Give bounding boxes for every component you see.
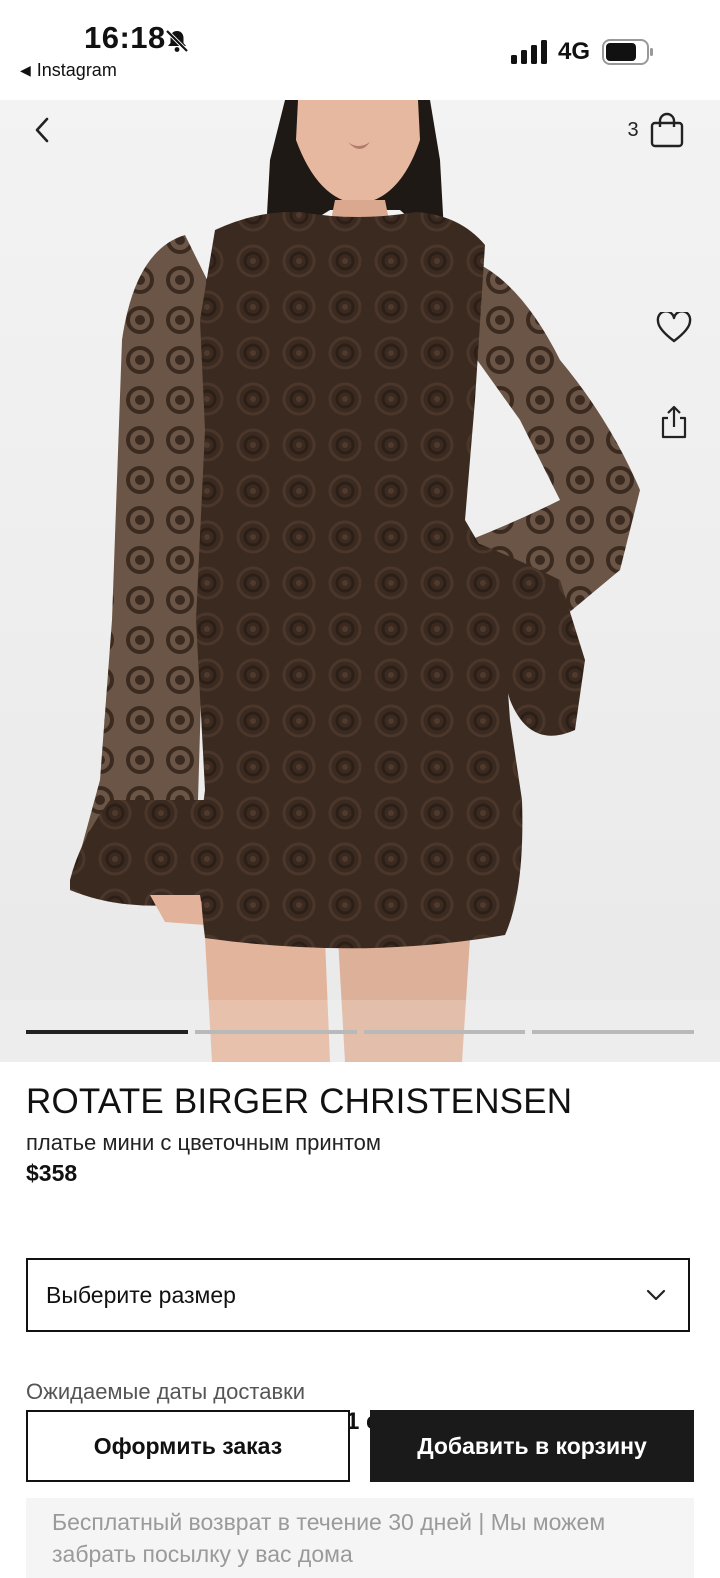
bell-off-icon	[165, 29, 189, 53]
back-triangle-icon: ◀	[20, 62, 31, 78]
chevron-down-icon	[646, 1289, 666, 1301]
battery-icon	[602, 39, 653, 65]
product-price: $358	[26, 1160, 78, 1186]
cart-count-badge: 3	[627, 118, 639, 141]
back-app-label: Instagram	[36, 60, 117, 80]
size-select[interactable]: Выберите размер	[26, 1258, 690, 1332]
product-image-carousel[interactable]: 3	[0, 100, 720, 1062]
carousel-pager	[26, 1030, 694, 1034]
network-type: 4G	[558, 38, 591, 65]
share-button[interactable]	[654, 400, 694, 444]
delivery-dates-label: Ожидаемые даты доставки	[26, 1379, 306, 1404]
pager-segment[interactable]	[194, 1030, 357, 1034]
product-name: платье мини с цветочным принтом	[26, 1130, 382, 1155]
back-to-app-link[interactable]: ◀ Instagram	[20, 60, 117, 81]
add-to-cart-button[interactable]: Добавить в корзину	[370, 1410, 694, 1482]
pager-segment[interactable]	[363, 1030, 526, 1034]
pager-segment[interactable]	[532, 1030, 694, 1034]
brand-name[interactable]: ROTATE BIRGER CHRISTENSEN	[26, 1082, 572, 1122]
size-select-placeholder: Выберите размер	[46, 1281, 236, 1308]
cart-button[interactable]: 3	[616, 108, 696, 152]
pager-segment[interactable]	[26, 1030, 188, 1034]
chevron-left-icon	[35, 117, 49, 143]
heart-icon	[656, 312, 692, 343]
cellular-signal-icon	[511, 40, 547, 64]
share-icon	[661, 405, 687, 439]
free-returns-note: Бесплатный возврат в течение 30 дней | М…	[26, 1498, 694, 1578]
status-bar: 16:18 ◀ Instagram 4G	[0, 0, 720, 100]
shopping-bag-icon	[650, 112, 683, 148]
product-photo	[0, 100, 720, 1062]
back-button[interactable]	[22, 110, 62, 150]
checkout-button[interactable]: Оформить заказ	[26, 1410, 350, 1482]
status-time: 16:18	[84, 20, 166, 55]
wishlist-button[interactable]	[652, 306, 696, 350]
